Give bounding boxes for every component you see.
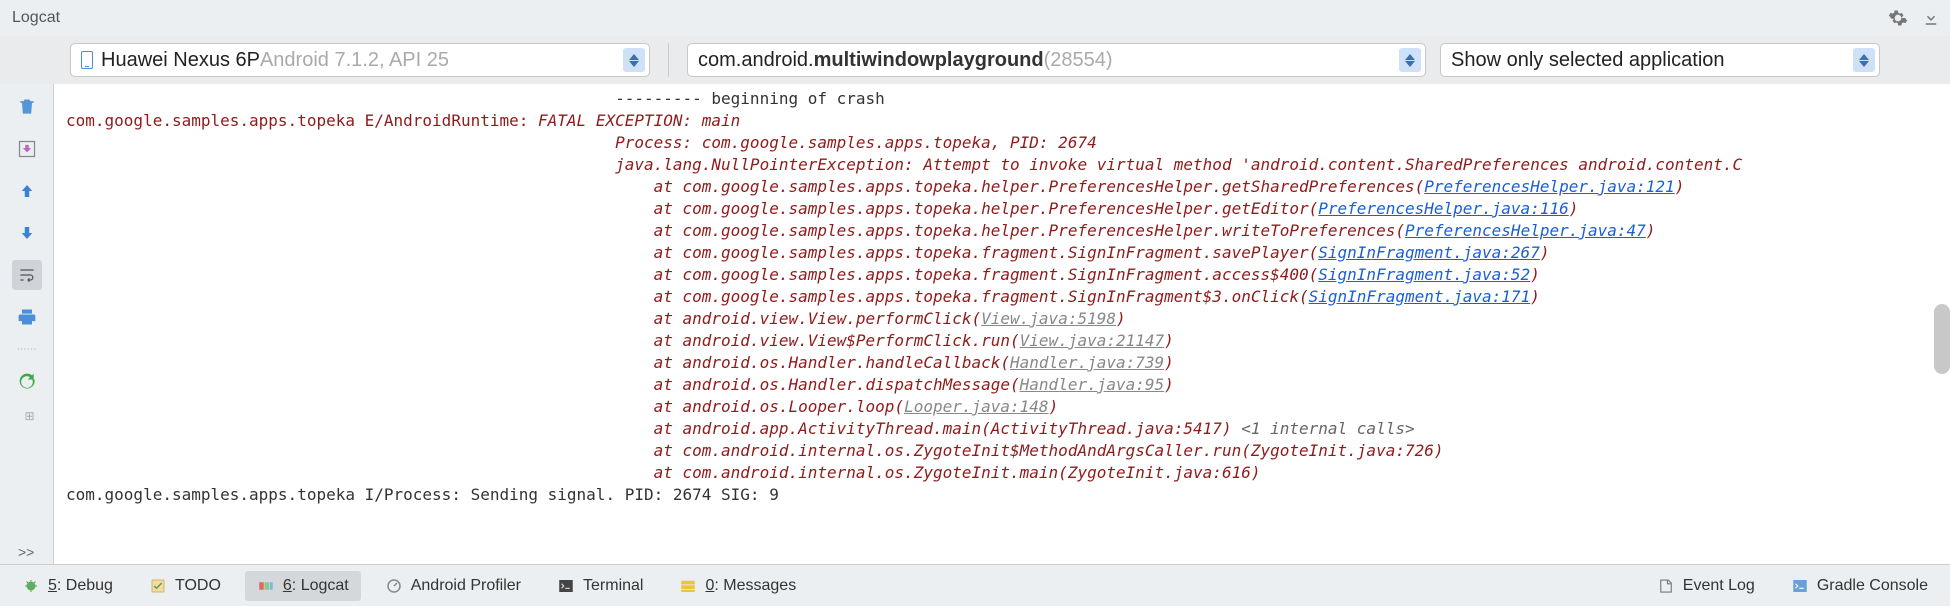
stack-link[interactable]: SignInFragment.java:171 [1309, 287, 1531, 306]
scrollbar-thumb[interactable] [1934, 304, 1950, 374]
phone-icon [81, 51, 93, 69]
process-dropdown[interactable]: com.android.multiwindowplayground (28554… [687, 43, 1426, 77]
separator [668, 43, 669, 77]
restart-icon[interactable] [12, 367, 42, 397]
process-pid: (28554) [1044, 49, 1113, 72]
soft-wrap-icon[interactable] [12, 260, 42, 290]
stack-link[interactable]: Handler.java:739 [1010, 353, 1164, 372]
device-dropdown[interactable]: Huawei Nexus 6P Android 7.1.2, API 25 [70, 43, 650, 77]
panel-header: Logcat [0, 0, 1950, 36]
scroll-to-end-icon[interactable] [12, 134, 42, 164]
expand-icon[interactable]: ⊞ [24, 409, 34, 423]
body: ⋯⋯ ⊞ --------- beginning of crashcom.goo… [0, 84, 1950, 564]
stack-link[interactable]: SignInFragment.java:267 [1318, 243, 1540, 262]
expand-arrows[interactable]: >> [18, 544, 34, 560]
tab-android-profiler[interactable]: Android Profiler [373, 571, 533, 601]
tab-debug[interactable]: 5: Debug [10, 571, 125, 601]
download-icon[interactable] [1922, 9, 1940, 27]
log-output[interactable]: --------- beginning of crashcom.google.s… [54, 84, 1950, 564]
panel-title: Logcat [10, 9, 1888, 27]
stack-link[interactable]: Looper.java:148 [904, 397, 1049, 416]
stack-link[interactable]: View.java:5198 [981, 309, 1116, 328]
filter-bar: Huawei Nexus 6P Android 7.1.2, API 25 co… [0, 36, 1950, 84]
stack-link[interactable]: PreferencesHelper.java:47 [1405, 221, 1646, 240]
stack-link[interactable]: Handler.java:95 [1020, 375, 1165, 394]
gear-icon[interactable] [1888, 8, 1908, 28]
print-icon[interactable] [12, 302, 42, 332]
chevron-updown-icon [1853, 48, 1875, 72]
trash-icon[interactable] [12, 92, 42, 122]
stack-link[interactable]: PreferencesHelper.java:121 [1424, 177, 1674, 196]
tab-messages[interactable]: 0: Messages [667, 571, 808, 601]
chevron-updown-icon [1399, 48, 1421, 72]
device-api: Android 7.1.2, API 25 [260, 49, 449, 72]
device-name: Huawei Nexus 6P [101, 49, 260, 72]
separator-dots: ⋯⋯ [17, 344, 37, 355]
process-name: multiwindowplayground [814, 49, 1044, 72]
tab-gradle-console[interactable]: Gradle Console [1779, 571, 1940, 601]
bottom-bar: 5: Debug TODO 6: Logcat Android Profiler… [0, 564, 1950, 606]
down-arrow-icon[interactable] [12, 218, 42, 248]
process-prefix: com.android. [698, 49, 814, 72]
chevron-updown-icon [623, 48, 645, 72]
left-toolbar: ⋯⋯ ⊞ [0, 84, 54, 564]
up-arrow-icon[interactable] [12, 176, 42, 206]
tab-logcat[interactable]: 6: Logcat [245, 571, 361, 601]
stack-link[interactable]: SignInFragment.java:52 [1318, 265, 1530, 284]
filter-mode-label: Show only selected application [1451, 49, 1725, 72]
tab-todo[interactable]: TODO [137, 571, 233, 601]
tab-event-log[interactable]: Event Log [1645, 571, 1767, 601]
filter-mode-dropdown[interactable]: Show only selected application [1440, 43, 1880, 77]
stack-link[interactable]: View.java:21147 [1020, 331, 1165, 350]
stack-link[interactable]: PreferencesHelper.java:116 [1318, 199, 1568, 218]
tab-terminal[interactable]: Terminal [545, 571, 655, 601]
header-icons [1888, 8, 1940, 28]
